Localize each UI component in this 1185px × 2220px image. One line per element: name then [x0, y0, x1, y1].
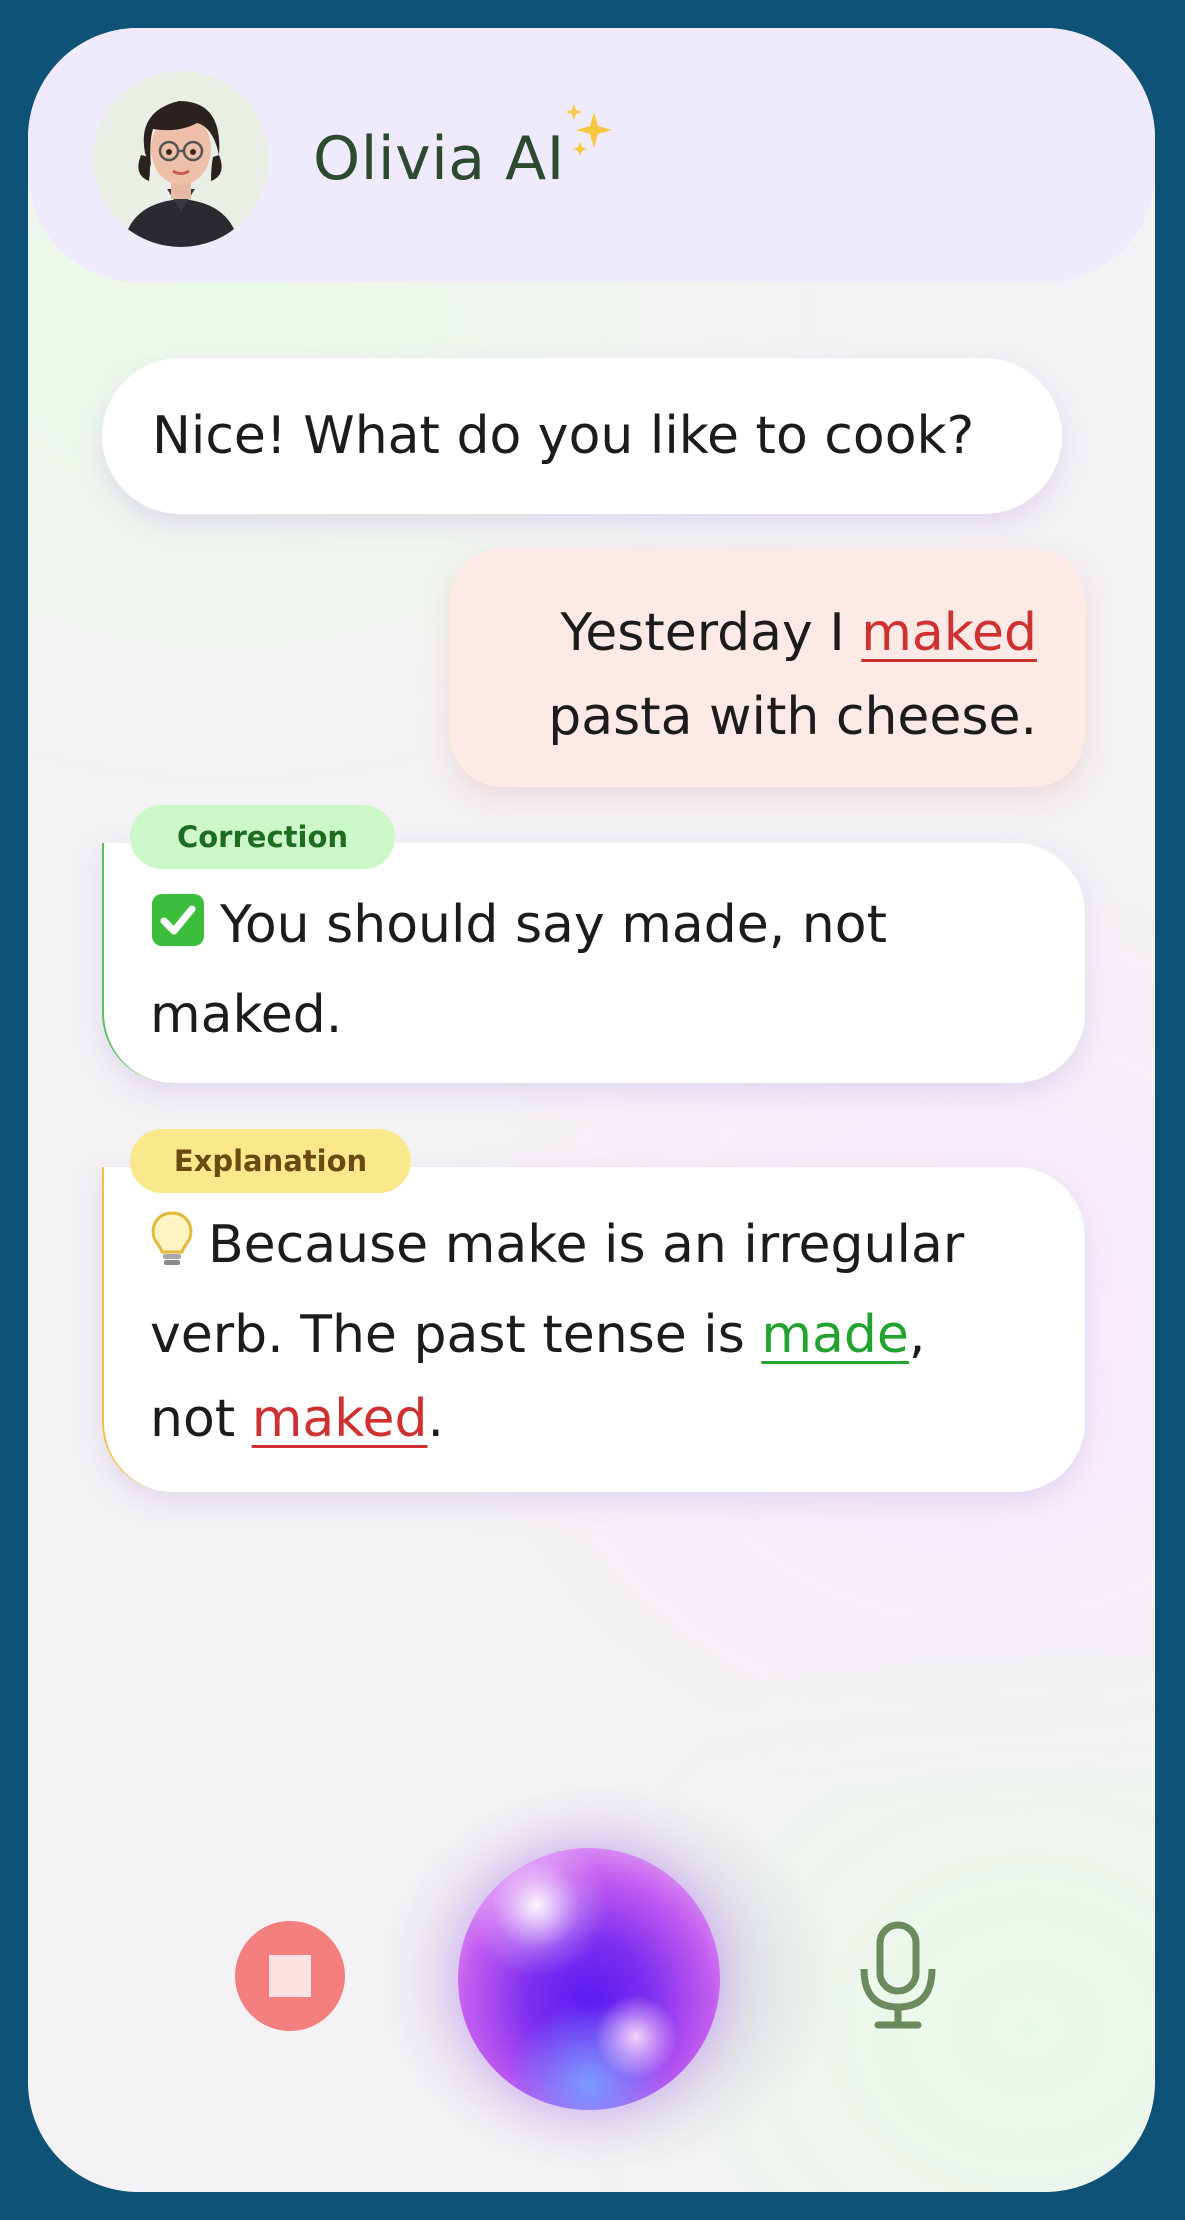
explanation-comma: ,: [908, 1305, 926, 1365]
assistant-name: Olivia AI: [313, 124, 565, 194]
correction-text: You should say made, not maked.: [150, 895, 887, 1045]
stop-icon[interactable]: [235, 1921, 345, 2031]
phone-screen: Olivia AI Nice! What do you like to cook…: [28, 28, 1155, 2192]
explanation-card: Because make is an irregular verb. The p…: [102, 1167, 1085, 1492]
assistant-message-text: Nice! What do you like to cook?: [152, 406, 975, 466]
voice-orb[interactable]: [458, 1848, 720, 2110]
user-error-word: maked: [861, 603, 1037, 663]
correction-tag: Correction: [130, 805, 395, 869]
lightbulb-icon: [150, 1209, 194, 1293]
wrong-word: maked: [251, 1389, 428, 1449]
explanation-tag: Explanation: [130, 1129, 411, 1193]
chat-header: Olivia AI: [28, 28, 1155, 282]
correction-card: You should say made, not maked.: [102, 843, 1085, 1083]
female-avatar-icon[interactable]: [93, 71, 269, 247]
explanation-period: .: [427, 1389, 445, 1449]
sparkle-icon: [566, 104, 612, 156]
user-message-prefix: Yesterday I: [560, 603, 845, 663]
user-message: Yesterday I maked pasta with cheese.: [450, 549, 1085, 787]
assistant-message: Nice! What do you like to cook?: [102, 358, 1062, 514]
explanation-not: not: [150, 1389, 236, 1449]
microphone-icon[interactable]: [858, 1921, 938, 2031]
correct-word: made: [761, 1305, 909, 1365]
user-message-suffix: pasta with cheese.: [548, 687, 1037, 747]
checkmark-icon: [150, 889, 206, 973]
